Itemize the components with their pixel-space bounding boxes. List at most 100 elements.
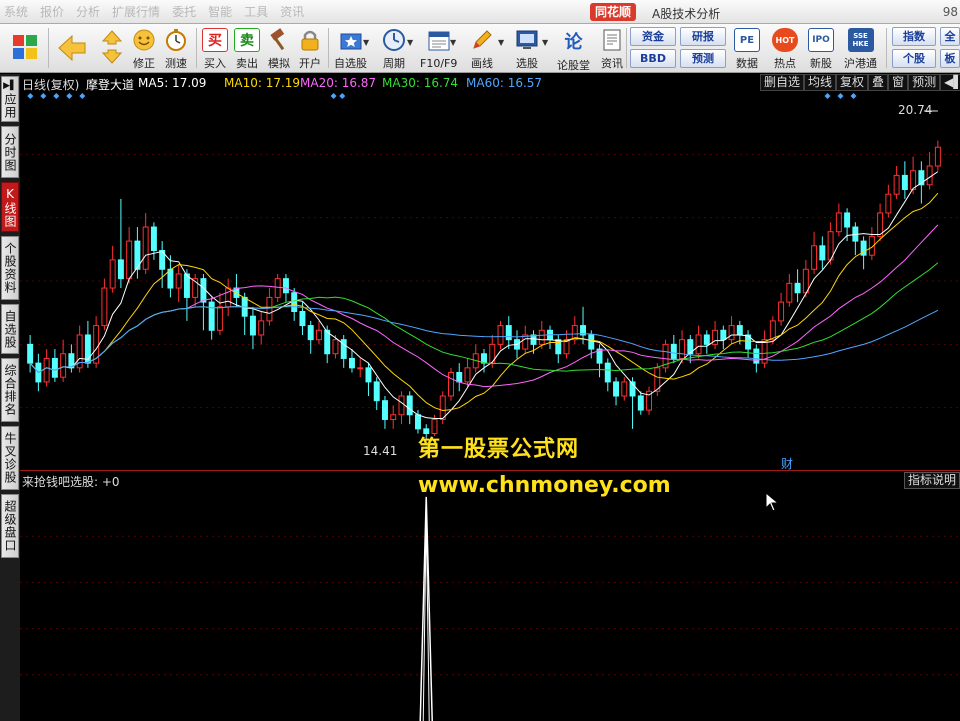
news-button[interactable]: 资讯 xyxy=(599,26,625,71)
f10-button[interactable]: F10/F9 xyxy=(420,26,457,71)
repair-label: 修正 xyxy=(133,57,155,70)
price-chart[interactable]: 20.74 14.41 财 第一股票公式网 www.chnmoney.com xyxy=(20,91,960,498)
ma-button[interactable]: 均线 xyxy=(804,74,837,91)
candle xyxy=(901,161,908,199)
pick-stock-label: 选股 xyxy=(516,57,538,70)
menu-quote[interactable]: 报价 xyxy=(40,3,64,20)
hot-button[interactable]: HOT 热点 xyxy=(772,26,798,71)
open-account-button[interactable]: 开户 xyxy=(297,26,323,71)
toolbar-separator xyxy=(48,28,49,68)
candle xyxy=(448,367,454,401)
hot-label: 热点 xyxy=(774,57,796,70)
ma5-line xyxy=(29,171,939,419)
data-button[interactable]: PE 数据 xyxy=(734,26,760,71)
candle xyxy=(348,349,355,373)
candle xyxy=(381,395,388,429)
candle xyxy=(109,245,116,293)
individual-stock-button[interactable]: 个股 xyxy=(892,49,936,68)
forum-label: 论股堂 xyxy=(557,59,590,72)
app-grid-button[interactable] xyxy=(10,26,40,71)
hk-connect-button[interactable]: SSE HKE 沪港通 xyxy=(844,26,877,71)
candle xyxy=(398,391,405,425)
menu-tools[interactable]: 工具 xyxy=(244,3,268,20)
adjust-button[interactable]: 复权 xyxy=(836,74,869,91)
candle xyxy=(695,325,702,359)
menu-system[interactable]: 系统 xyxy=(4,3,28,20)
candle xyxy=(596,344,603,378)
speed-test-button[interactable]: 测速 xyxy=(163,26,189,71)
price-chart-svg xyxy=(20,93,960,451)
pick-stock-dropdown-icon[interactable]: ▼ xyxy=(542,38,548,47)
watermark-title: 第一股票公式网 xyxy=(418,437,580,462)
candle xyxy=(225,278,232,317)
candle xyxy=(27,334,34,373)
watchlist-button[interactable]: 自选股 xyxy=(334,26,367,71)
candle xyxy=(629,377,636,429)
page-up-icon[interactable] xyxy=(100,28,124,46)
forecast-button[interactable]: 预测 xyxy=(680,49,726,68)
ma10-value: MA10: 17.19 xyxy=(224,76,301,90)
remove-watchlist-button[interactable]: 删自选 xyxy=(760,74,805,91)
candle xyxy=(646,386,653,415)
star-folder-icon xyxy=(338,28,364,52)
candle xyxy=(868,227,875,260)
menu-analysis[interactable]: 分析 xyxy=(76,3,100,20)
full-button[interactable]: 全 xyxy=(940,27,960,46)
f10-dropdown-icon[interactable]: ▼ xyxy=(450,38,456,47)
event-marker xyxy=(40,93,47,99)
draw-line-dropdown-icon[interactable]: ▼ xyxy=(498,38,504,47)
tab-diagnosis[interactable]: 牛叉诊股 xyxy=(1,426,19,490)
tab-apps[interactable]: ▶▌ 应用 xyxy=(1,76,19,122)
candle xyxy=(315,320,322,345)
forecast-chart-button[interactable]: 预测 xyxy=(908,74,941,91)
tab-kline[interactable]: K线图 xyxy=(1,182,19,232)
toolbar-separator xyxy=(196,28,197,68)
board-button[interactable]: 板 xyxy=(940,49,960,68)
menu-news[interactable]: 资讯 xyxy=(280,3,304,20)
bbd-button[interactable]: BBD xyxy=(630,49,676,68)
new-stock-button[interactable]: IPO 新股 xyxy=(808,26,834,71)
buy-button[interactable]: 买 买入 xyxy=(202,26,228,71)
page-down-icon[interactable] xyxy=(100,48,124,66)
expand-panel-icon[interactable]: ◀▌ xyxy=(940,74,960,91)
menu-smart[interactable]: 智能 xyxy=(208,3,232,20)
back-button[interactable] xyxy=(56,26,88,71)
index-button[interactable]: 指数 xyxy=(892,27,936,46)
indicator-chart[interactable] xyxy=(20,490,960,721)
repair-button[interactable]: 修正 xyxy=(131,26,157,71)
candle xyxy=(134,227,141,279)
buy-label: 买入 xyxy=(204,57,226,70)
candle xyxy=(117,198,124,289)
indicator-help-button[interactable]: 指标说明 xyxy=(904,472,960,489)
news-label: 资讯 xyxy=(601,57,623,70)
pick-stock-button[interactable]: 选股 xyxy=(514,26,540,71)
f10-icon xyxy=(426,28,452,54)
candle xyxy=(159,241,166,289)
menu-order[interactable]: 委托 xyxy=(172,3,196,20)
tab-super-board[interactable]: 超级盘口 xyxy=(1,494,19,558)
watchlist-dropdown-icon[interactable]: ▼ xyxy=(363,38,369,47)
fund-button[interactable]: 资金 xyxy=(630,27,676,46)
tab-intraday[interactable]: 分时图 xyxy=(1,126,19,178)
overlay-button[interactable]: 叠 xyxy=(868,74,889,91)
forum-button[interactable]: 论 论股堂 xyxy=(557,26,590,72)
period-button[interactable]: 周期 xyxy=(381,26,407,71)
tab-stock-profile[interactable]: 个股资料 xyxy=(1,236,19,300)
candle xyxy=(835,203,842,237)
sell-button[interactable]: 卖 卖出 xyxy=(234,26,260,71)
window-button[interactable]: 窗 xyxy=(888,74,909,91)
candle xyxy=(877,203,884,242)
tab-watchlist[interactable]: 自选股 xyxy=(1,304,19,354)
tab-ranking[interactable]: 综合排名 xyxy=(1,358,19,422)
period-dropdown-icon[interactable]: ▼ xyxy=(407,38,413,47)
candle xyxy=(192,273,199,307)
menu-extended-quotes[interactable]: 扩展行情 xyxy=(112,3,160,20)
candle xyxy=(216,292,223,335)
research-button[interactable]: 研报 xyxy=(680,27,726,46)
simulate-button[interactable]: 模拟 xyxy=(266,26,292,71)
candle xyxy=(712,320,719,350)
draw-line-button[interactable]: 画线 xyxy=(469,26,495,71)
tab-stock-profile-label: 个股资料 xyxy=(3,242,17,294)
tab-diagnosis-label: 牛叉诊股 xyxy=(3,432,17,484)
tab-kline-label: K线图 xyxy=(3,186,17,228)
